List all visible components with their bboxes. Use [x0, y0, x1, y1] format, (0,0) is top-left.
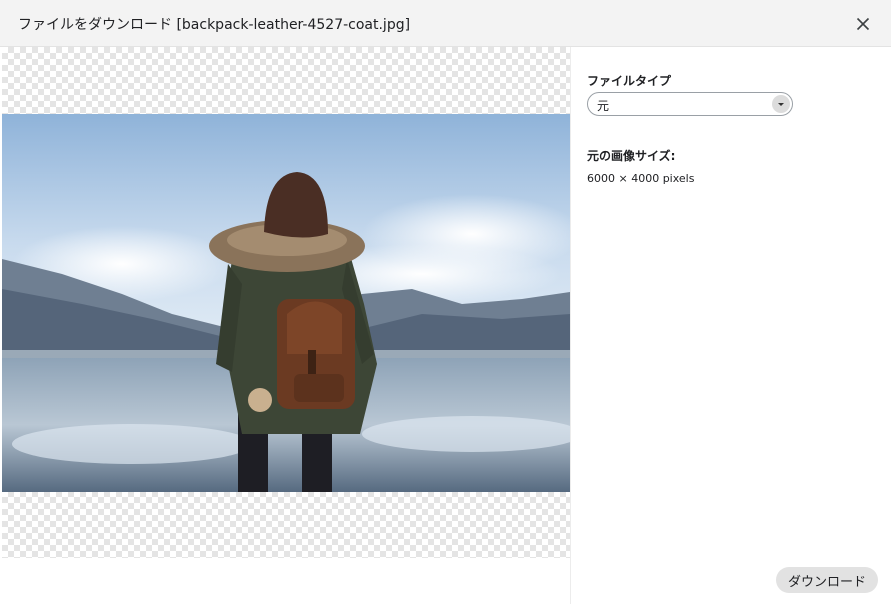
dialog-titlebar: ファイルをダウンロード [backpack-leather-4527-coat.… [0, 0, 891, 47]
options-panel: ファイルタイプ 元 元の画像サイズ: 6000 × 4000 pixels [570, 47, 891, 604]
dialog-title: ファイルをダウンロード [backpack-leather-4527-coat.… [18, 17, 411, 33]
download-dialog: ファイルをダウンロード [backpack-leather-4527-coat.… [0, 0, 891, 604]
image-preview [2, 47, 570, 558]
preview-photo [2, 114, 570, 492]
close-icon [856, 17, 870, 31]
close-button[interactable] [848, 9, 878, 39]
file-type-label: ファイルタイプ [587, 74, 672, 88]
chevron-down-icon [772, 95, 790, 113]
original-size-label: 元の画像サイズ: [587, 149, 676, 163]
download-button[interactable]: ダウンロード [776, 567, 878, 593]
file-type-value: 元 [597, 99, 610, 113]
file-type-select[interactable]: 元 [587, 92, 793, 116]
original-size-value: 6000 × 4000 pixels [587, 172, 695, 185]
